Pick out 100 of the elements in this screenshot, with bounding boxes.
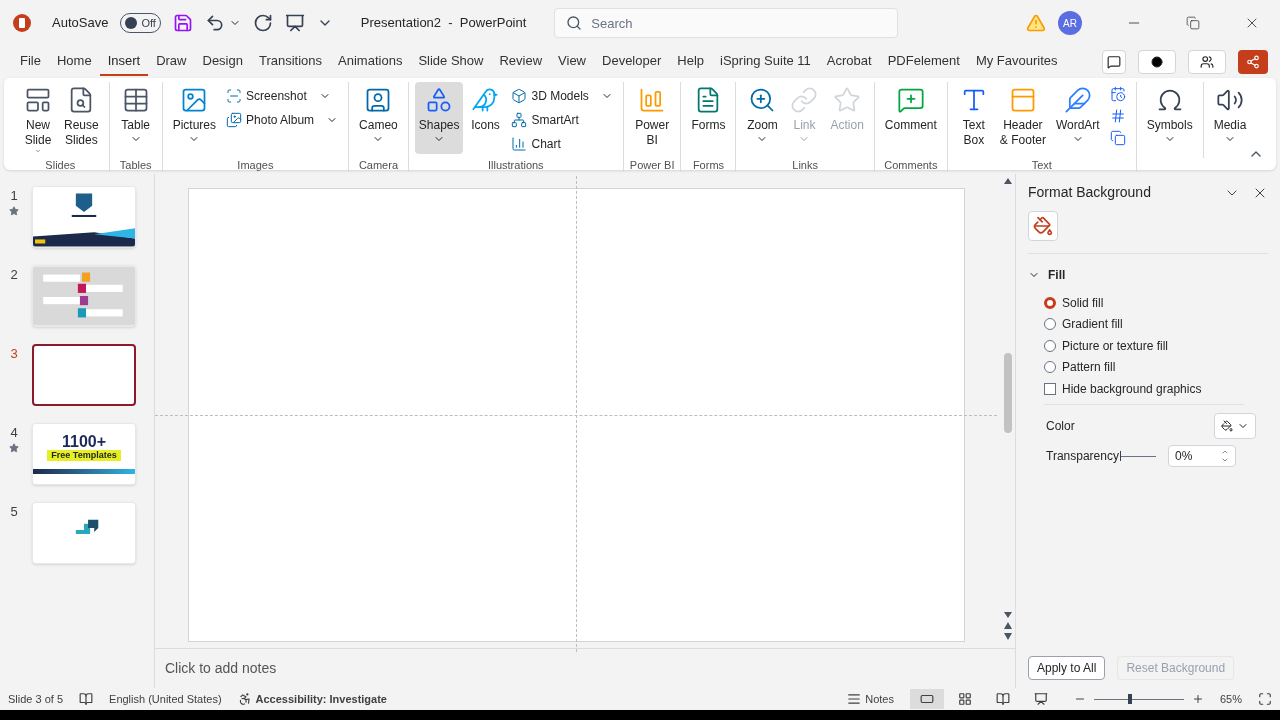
ribbon-tab[interactable]: File <box>12 48 49 76</box>
ribbon-button[interactable]: Reuse Slides <box>60 82 103 154</box>
ribbon-button[interactable]: Comment <box>880 82 941 154</box>
ribbon-button[interactable]: Shapes <box>414 82 464 154</box>
ribbon-button[interactable]: Pictures <box>168 82 221 154</box>
color-picker[interactable] <box>1214 413 1256 439</box>
redo-icon[interactable] <box>252 13 273 33</box>
zoom-level[interactable]: 65% <box>1219 690 1242 708</box>
proofing-icon[interactable] <box>79 692 94 706</box>
scrollbar-thumb[interactable] <box>1004 353 1012 433</box>
ribbon-tab[interactable]: iSpring Suite 11 <box>712 48 819 76</box>
comments-button[interactable] <box>1102 50 1126 74</box>
slide-thumbnail[interactable] <box>32 344 136 406</box>
notes-icon <box>847 692 862 706</box>
fit-slide-icon[interactable] <box>1258 692 1272 706</box>
section-header[interactable]: Fill <box>1028 266 1268 284</box>
group-label: Tables <box>119 158 152 172</box>
radio-button[interactable] <box>1044 339 1056 352</box>
date-time-icon[interactable] <box>1109 86 1126 102</box>
ribbon-tab[interactable]: Slide Show <box>410 48 492 76</box>
ribbon-button[interactable]: Photo Album <box>222 110 343 130</box>
radio-button[interactable] <box>1044 318 1056 331</box>
wordart-icon <box>1063 86 1092 114</box>
notes-button[interactable]: Notes <box>847 690 894 708</box>
ribbon-tab[interactable]: Home <box>48 48 100 76</box>
view-button[interactable] <box>909 689 944 709</box>
window-title: Presentation2 - PowerPoint <box>360 14 527 33</box>
ribbon-button[interactable]: Zoom <box>742 82 783 154</box>
ribbon-button[interactable]: Screenshot <box>222 86 343 106</box>
fill-tab[interactable] <box>1028 211 1058 241</box>
search-field[interactable]: Search <box>554 8 899 38</box>
panel-button[interactable]: Apply to All <box>1028 656 1106 680</box>
user-avatar[interactable]: AR <box>1058 11 1082 35</box>
ribbon-button[interactable]: New Slide <box>18 82 58 154</box>
ribbon-tab[interactable]: Help <box>669 48 713 76</box>
ribbon-button[interactable]: Text Box <box>953 82 994 154</box>
ribbon-tab[interactable]: My Favourites <box>967 48 1066 76</box>
slide-number-icon[interactable] <box>1109 108 1126 124</box>
slide-number: 2 <box>10 266 18 284</box>
radio-button[interactable] <box>1044 296 1056 309</box>
ribbon-button[interactable]: Symbols <box>1142 82 1197 154</box>
zoom-in-icon[interactable] <box>1191 693 1204 705</box>
ribbon-button[interactable]: Forms <box>687 82 730 154</box>
radio-button[interactable] <box>1044 361 1056 374</box>
ribbon-button[interactable]: Table <box>115 82 156 154</box>
ribbon-tab[interactable]: Acrobat <box>818 48 880 76</box>
spin-up-icon[interactable] <box>1221 448 1229 456</box>
slide-number: 4 <box>10 424 18 442</box>
ribbon-button[interactable]: Power BI <box>631 82 674 154</box>
ribbon-button[interactable]: Header & Footer <box>995 82 1050 154</box>
record-button[interactable] <box>1138 50 1176 74</box>
checkbox[interactable] <box>1044 383 1056 395</box>
slider-thumb[interactable] <box>1128 694 1133 704</box>
slide-thumbnail[interactable]: 1100+ Free Templates <box>32 423 136 485</box>
radio-label: Gradient fill <box>1062 316 1123 334</box>
group-label: Comments <box>884 158 938 172</box>
save-icon[interactable] <box>172 13 193 33</box>
undo-icon[interactable] <box>204 13 225 33</box>
group-label: Illustrations <box>488 158 544 172</box>
scroll-up-icon[interactable] <box>1004 178 1012 184</box>
group-label: Power BI <box>629 158 675 172</box>
thumbnail-headline: 1100+ <box>61 434 107 450</box>
ribbon-button[interactable]: Icons <box>465 82 506 154</box>
ribbon-button[interactable]: 3D Models <box>507 86 617 106</box>
ribbon-tab[interactable]: Insert <box>99 48 149 76</box>
spin-down-icon[interactable] <box>1221 456 1229 464</box>
ribbon-button[interactable]: Cameo <box>355 82 402 154</box>
slideshow-icon[interactable] <box>284 13 305 33</box>
ribbon-tab[interactable]: Developer <box>594 48 670 76</box>
next-slide-icon[interactable] <box>1004 633 1012 640</box>
ribbon-tab[interactable]: Design <box>194 48 251 76</box>
ribbon-tab[interactable]: Transitions <box>250 48 331 76</box>
ribbon-tab[interactable]: Review <box>491 48 551 76</box>
ribbon-tab[interactable]: View <box>550 48 594 76</box>
search-icon <box>566 15 583 31</box>
previous-slide-icon[interactable] <box>1004 622 1012 629</box>
ribbon-tab[interactable]: Animations <box>330 48 411 76</box>
slide-number: 5 <box>10 503 18 521</box>
color-label: Color <box>1045 418 1076 435</box>
ribbon-button[interactable]: Chart <box>507 134 617 154</box>
ribbon-button[interactable]: Media <box>1209 82 1251 154</box>
teams-button[interactable] <box>1188 50 1226 74</box>
ribbon-tab[interactable]: Draw <box>148 48 195 76</box>
restore-icon[interactable] <box>1186 16 1200 30</box>
checkbox-label: Hide background graphics <box>1062 381 1202 398</box>
ribbon-button[interactable]: WordArt <box>1051 82 1104 154</box>
zoom-slider[interactable] <box>1093 692 1184 706</box>
transparency-field[interactable]: 0% <box>1168 445 1236 467</box>
notes-field[interactable]: Click to add notes <box>165 658 277 679</box>
ribbon-tab[interactable]: PDFelement <box>879 48 968 76</box>
share-button[interactable] <box>1238 50 1268 74</box>
language-label[interactable]: English (United States) <box>109 690 222 708</box>
ribbon-button[interactable]: SmartArt <box>507 110 617 130</box>
paint-bucket-icon <box>1221 420 1233 432</box>
scroll-down-icon[interactable] <box>1004 612 1012 618</box>
transparency-slider[interactable] <box>1120 450 1156 462</box>
accessibility-status[interactable]: Accessibility: Investigate <box>255 690 387 708</box>
accessibility-icon[interactable] <box>237 692 252 706</box>
group-label: Text <box>1031 158 1052 172</box>
object-icon[interactable] <box>1109 130 1126 146</box>
